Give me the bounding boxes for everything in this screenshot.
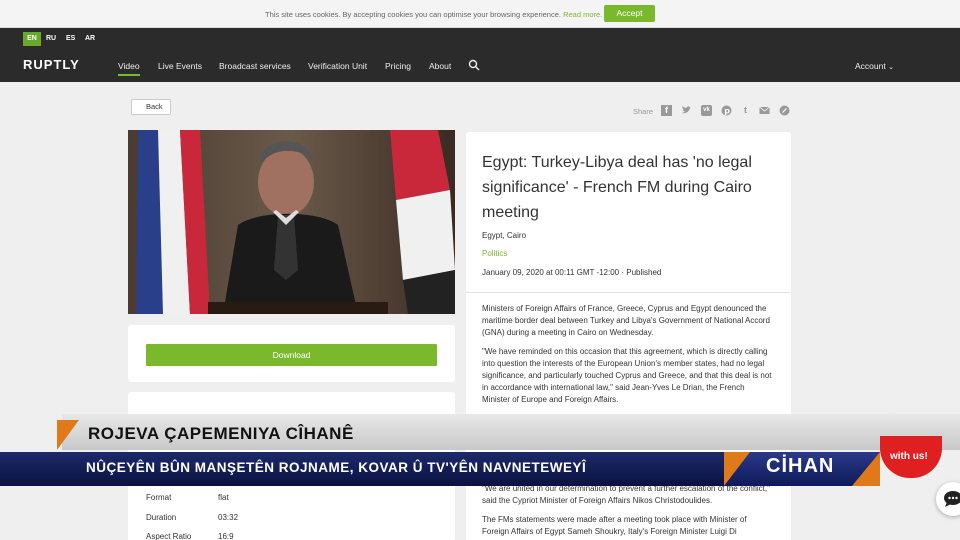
article-title: Egypt: Turkey-Libya deal has 'no legal s… [482,154,752,221]
meta-format-label: Format [146,493,172,502]
cookie-bar: This site uses cookies. By accepting coo… [0,0,960,28]
mail-icon[interactable] [759,105,770,116]
svg-text:p: p [724,107,730,116]
article-location: Egypt, Cairo [482,231,527,240]
article-paragraph-4: The FMs statements were made after a mee… [482,515,747,536]
lang-en[interactable]: EN [23,32,41,46]
article-paragraph-2: "We have reminded on this occasion that … [482,347,772,404]
facebook-icon[interactable]: f [661,105,672,116]
video-frame-image [128,130,455,314]
nav-broadcast-services[interactable]: Broadcast services [219,61,291,71]
article-paragraph-3: "We are united in our determination to p… [482,484,770,505]
download-panel: Download [128,325,455,382]
meta-aspect-value: 16:9 [218,532,234,540]
back-button[interactable]: Back [131,99,171,115]
lang-ar[interactable]: AR [85,32,95,46]
nav-pricing[interactable]: Pricing [385,61,411,71]
lang-ru[interactable]: RU [46,32,56,46]
chat-button[interactable] [936,482,960,516]
nav-about[interactable]: About [429,61,451,71]
meta-duration-label: Duration [146,513,177,522]
article-date: January 09, 2020 at 00:11 GMT -12:00 · P… [482,268,662,277]
cookie-read-more-link[interactable]: Read more. [563,10,602,19]
article-paragraph-1: Ministers of Foreign Affairs of France, … [482,304,770,337]
video-player[interactable] [128,130,455,314]
link-icon[interactable] [779,105,790,116]
lang-es[interactable]: ES [66,32,75,46]
chat-badge-label: with us! [890,451,928,462]
meta-format-value: flat [218,493,229,502]
ruptly-logo[interactable]: RUPTLY [23,57,80,72]
article-category-link[interactable]: Politics [482,249,507,258]
chevron-down-icon: ⌄ [888,64,894,71]
back-label: Back [146,102,163,111]
pinterest-icon[interactable]: p [721,105,732,116]
meta-duration-value: 03:32 [218,513,239,522]
cookie-text: This site uses cookies. By accepting coo… [265,10,561,19]
meta-aspect-label: Aspect Ratio [146,532,192,540]
download-button[interactable]: Download [146,344,437,366]
cihan-logo: CİHAN [766,455,835,477]
top-navigation: EN RU ES AR RUPTLY Video Live Events Bro… [0,28,960,82]
twitter-icon[interactable] [681,105,692,116]
overlay-headline: ROJEVA ÇAPEMENIYA CÎHANÊ [88,424,354,443]
divider [466,292,791,293]
share-label: Share [633,107,654,116]
nav-verification-unit[interactable]: Verification Unit [308,61,367,71]
account-menu[interactable]: Account ⌄ [855,61,894,71]
chat-bubble-icon [944,491,960,507]
nav-live-events[interactable]: Live Events [158,61,202,71]
account-label: Account [855,61,886,71]
tumblr-icon[interactable]: t [740,105,751,116]
cookie-message: This site uses cookies. By accepting coo… [265,10,602,19]
search-icon[interactable] [468,59,480,71]
overlay-subheadline: NÛÇEYÊN BÛN MANŞETÊN ROJNAME, KOVAR Û TV… [86,460,587,475]
nav-video[interactable]: Video [118,61,140,76]
accept-cookies-button[interactable]: Accept [604,5,655,22]
vk-icon[interactable]: vk [701,105,712,116]
